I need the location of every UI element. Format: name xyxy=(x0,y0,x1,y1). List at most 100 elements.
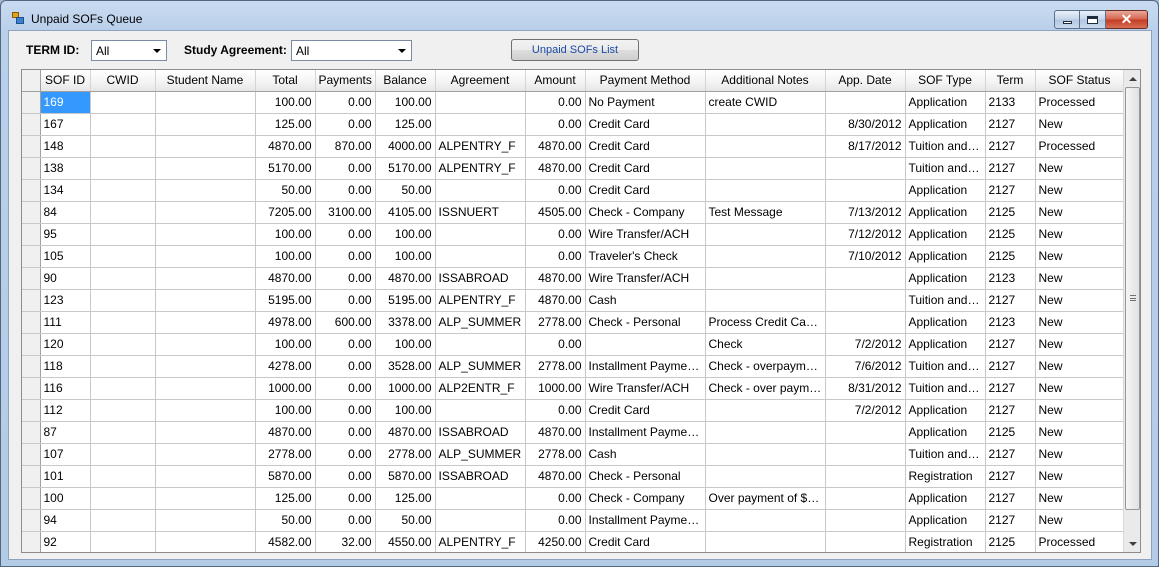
table-cell[interactable]: 167 xyxy=(40,113,91,136)
table-cell[interactable]: 0.00 xyxy=(315,157,376,180)
table-cell[interactable]: Registration xyxy=(905,465,986,488)
table-cell[interactable]: 2133 xyxy=(985,91,1036,114)
table-cell[interactable]: 0.00 xyxy=(315,91,376,114)
table-cell[interactable]: New xyxy=(1035,157,1125,180)
table-cell[interactable]: 2123 xyxy=(985,311,1036,334)
table-cell[interactable] xyxy=(705,399,826,422)
table-cell[interactable]: 2127 xyxy=(985,443,1036,466)
table-cell[interactable] xyxy=(90,201,156,224)
table-cell[interactable]: ALPENTRY_F xyxy=(435,289,526,312)
table-cell[interactable]: 0.00 xyxy=(315,487,376,510)
table-cell[interactable]: Application xyxy=(905,333,986,356)
unpaid-sofs-list-button[interactable]: Unpaid SOFs List xyxy=(511,39,639,61)
table-cell[interactable]: Credit Card xyxy=(585,531,706,552)
table-cell[interactable] xyxy=(825,443,906,466)
table-cell[interactable]: New xyxy=(1035,113,1125,136)
table-cell[interactable]: 2778.00 xyxy=(525,311,586,334)
table-cell[interactable]: 2125 xyxy=(985,245,1036,268)
table-row[interactable]: 107 2778.00 0.00 2778.00 ALP_SUMMER 2778.00 Ca… xyxy=(22,443,1125,466)
table-cell[interactable]: Tuition and Fees xyxy=(905,135,986,158)
table-cell[interactable]: Traveler's Check xyxy=(585,245,706,268)
table-cell[interactable]: Check - overpayment xyxy=(705,355,826,378)
table-cell[interactable]: 0.00 xyxy=(525,487,586,510)
table-row[interactable]: 116 1000.00 0.00 1000.00 ALP2ENTR_F 1000.00 Wi… xyxy=(22,377,1125,400)
table-cell[interactable] xyxy=(825,157,906,180)
table-cell[interactable]: 2127 xyxy=(985,487,1036,510)
row-header[interactable] xyxy=(22,223,41,246)
table-cell[interactable]: 2127 xyxy=(985,289,1036,312)
table-cell[interactable]: 4505.00 xyxy=(525,201,586,224)
table-cell[interactable]: 100.00 xyxy=(255,245,316,268)
table-cell[interactable]: Application xyxy=(905,245,986,268)
table-cell[interactable]: 2127 xyxy=(985,113,1036,136)
table-cell[interactable]: 4870.00 xyxy=(255,267,316,290)
table-cell[interactable]: 7/2/2012 xyxy=(825,333,906,356)
table-row[interactable]: 118 4278.00 0.00 3528.00 ALP_SUMMER 2778.00 In… xyxy=(22,355,1125,378)
table-cell[interactable]: Application xyxy=(905,201,986,224)
table-cell[interactable]: Registration xyxy=(905,531,986,552)
table-row[interactable]: 167 125.00 0.00 125.00 0.00 Credit Card 8/30/2… xyxy=(22,113,1125,136)
table-cell[interactable]: Application xyxy=(905,179,986,202)
table-cell[interactable] xyxy=(705,465,826,488)
table-cell[interactable]: 4278.00 xyxy=(255,355,316,378)
table-cell[interactable]: 148 xyxy=(40,135,91,158)
row-header[interactable] xyxy=(22,421,41,444)
table-cell[interactable] xyxy=(825,91,906,114)
table-cell[interactable] xyxy=(825,509,906,532)
table-cell[interactable]: 2778.00 xyxy=(525,443,586,466)
table-row[interactable]: 112 100.00 0.00 100.00 0.00 Credit Card 7/2/20… xyxy=(22,399,1125,422)
table-row[interactable]: 92 4582.00 32.00 4550.00 ALPENTRY_F 4250.00 Cr… xyxy=(22,531,1125,552)
table-cell[interactable]: 7/13/2012 xyxy=(825,201,906,224)
table-cell[interactable]: 100.00 xyxy=(375,399,436,422)
row-header[interactable] xyxy=(22,443,41,466)
table-row[interactable]: 94 50.00 0.00 50.00 0.00 Installment Payment … xyxy=(22,509,1125,532)
table-cell[interactable]: Credit Card xyxy=(585,113,706,136)
column-header[interactable]: Balance xyxy=(375,70,436,92)
table-cell[interactable]: Tuition and Fees xyxy=(905,377,986,400)
table-cell[interactable] xyxy=(825,421,906,444)
table-cell[interactable]: New xyxy=(1035,201,1125,224)
table-cell[interactable]: 0.00 xyxy=(315,333,376,356)
table-cell[interactable] xyxy=(155,333,256,356)
table-cell[interactable]: 0.00 xyxy=(315,421,376,444)
column-header[interactable]: SOF ID xyxy=(40,70,91,92)
table-cell[interactable]: New xyxy=(1035,421,1125,444)
table-cell[interactable]: Credit Card xyxy=(585,399,706,422)
table-cell[interactable]: 0.00 xyxy=(525,91,586,114)
table-cell[interactable]: 0.00 xyxy=(315,465,376,488)
table-cell[interactable] xyxy=(155,487,256,510)
table-cell[interactable]: 4250.00 xyxy=(525,531,586,552)
row-header[interactable] xyxy=(22,289,41,312)
table-cell[interactable]: 0.00 xyxy=(525,245,586,268)
table-cell[interactable]: Check - over payment xyxy=(705,377,826,400)
table-cell[interactable]: 101 xyxy=(40,465,91,488)
table-cell[interactable]: 4550.00 xyxy=(375,531,436,552)
table-cell[interactable]: Installment Payment Plan xyxy=(585,421,706,444)
table-cell[interactable] xyxy=(825,289,906,312)
table-cell[interactable]: No Payment xyxy=(585,91,706,114)
table-cell[interactable] xyxy=(705,223,826,246)
maximize-button[interactable] xyxy=(1080,10,1106,29)
table-cell[interactable]: Tuition and Fees xyxy=(905,355,986,378)
study-agreement-select[interactable]: All xyxy=(291,40,412,61)
table-cell[interactable]: 125.00 xyxy=(375,487,436,510)
table-cell[interactable] xyxy=(435,223,526,246)
table-cell[interactable]: 8/31/2012 xyxy=(825,377,906,400)
table-cell[interactable]: New xyxy=(1035,311,1125,334)
table-cell[interactable]: 50.00 xyxy=(255,179,316,202)
table-cell[interactable] xyxy=(90,113,156,136)
vertical-scrollbar[interactable] xyxy=(1123,70,1140,552)
row-header[interactable] xyxy=(22,311,41,334)
table-cell[interactable]: 4870.00 xyxy=(255,135,316,158)
table-cell[interactable] xyxy=(90,91,156,114)
table-cell[interactable]: 2127 xyxy=(985,509,1036,532)
table-cell[interactable]: 2127 xyxy=(985,377,1036,400)
table-cell[interactable]: 0.00 xyxy=(525,333,586,356)
table-cell[interactable] xyxy=(155,179,256,202)
row-header[interactable] xyxy=(22,267,41,290)
table-cell[interactable]: ALP_SUMMER xyxy=(435,443,526,466)
table-cell[interactable] xyxy=(705,245,826,268)
column-header[interactable]: CWID xyxy=(90,70,156,92)
table-cell[interactable]: Processed xyxy=(1035,91,1125,114)
table-cell[interactable] xyxy=(435,245,526,268)
